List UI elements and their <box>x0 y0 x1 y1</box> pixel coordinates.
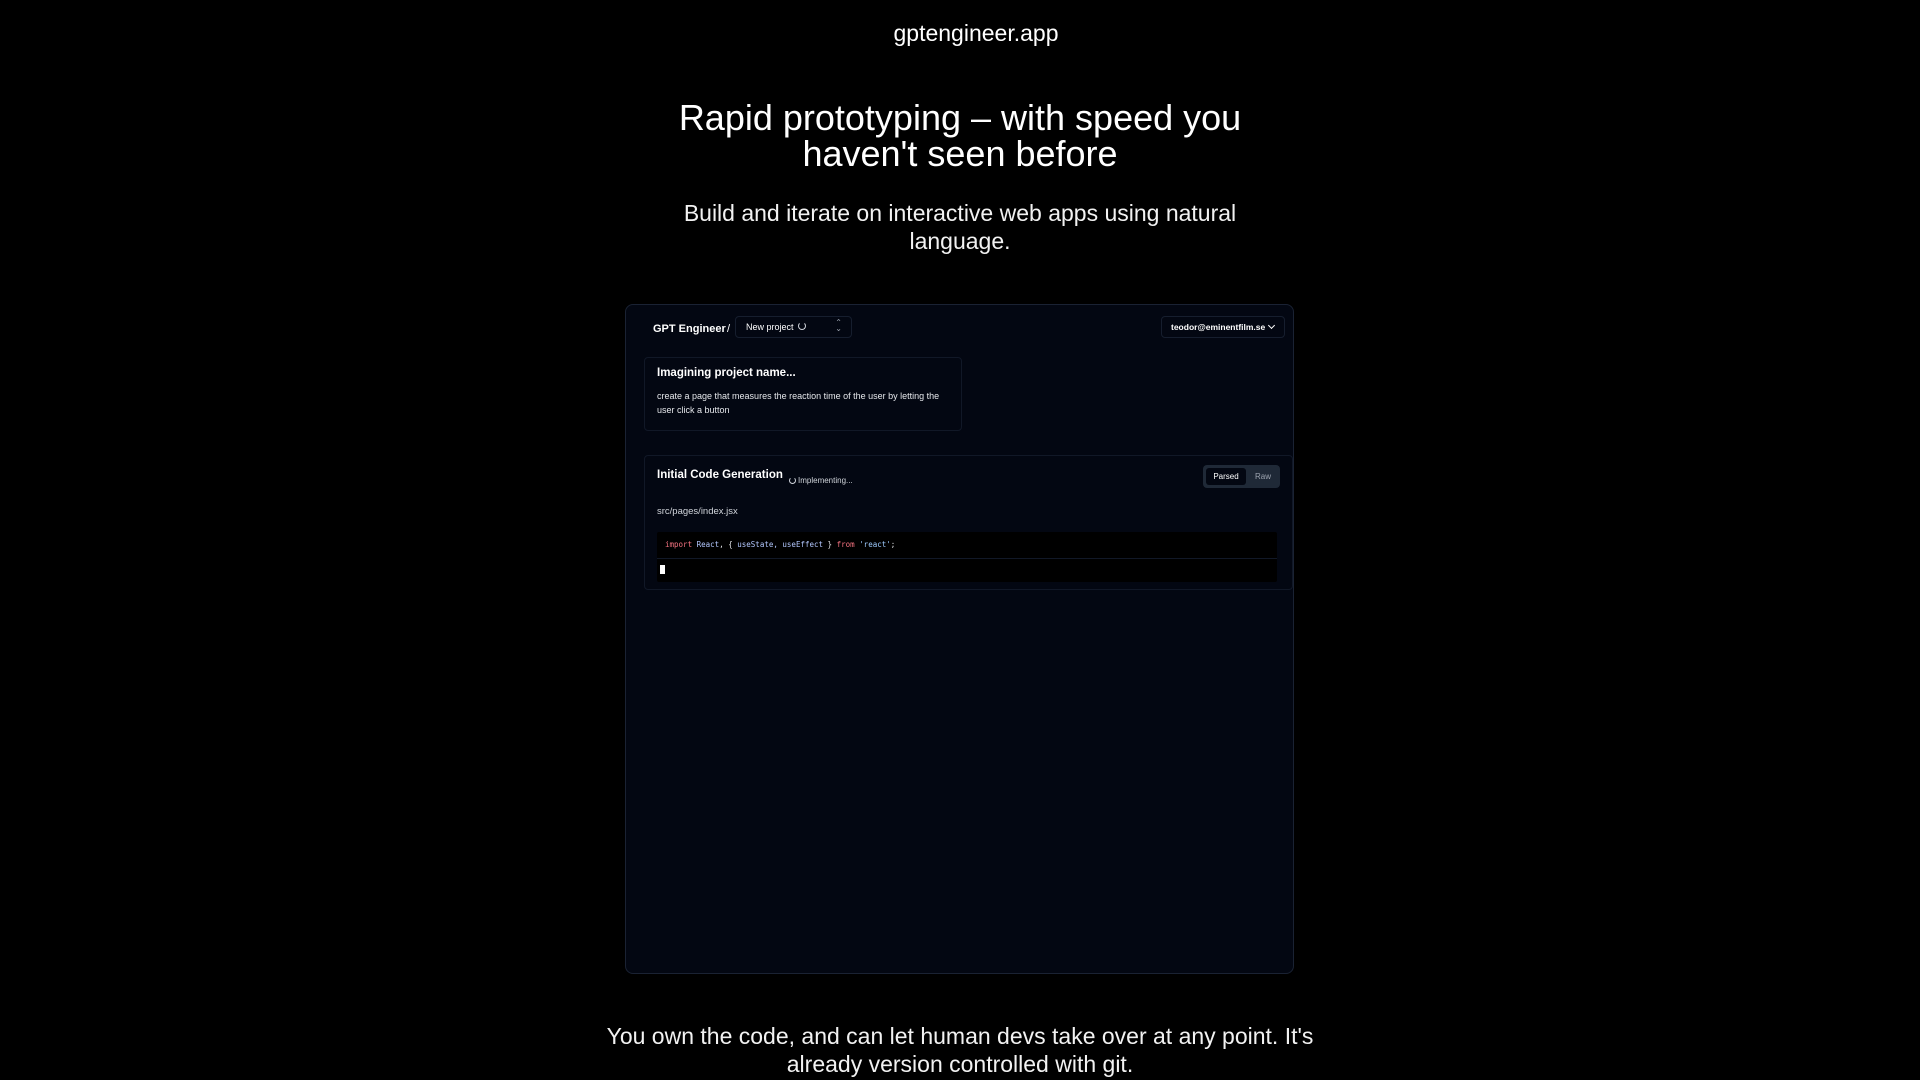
toggle-parsed-button[interactable]: Parsed <box>1206 468 1246 485</box>
code-string: 'react' <box>859 540 891 549</box>
prompt-card-title: Imagining project name... <box>657 367 796 379</box>
brand-name[interactable]: GPT Engineer <box>653 323 726 335</box>
code-keyword: from <box>836 540 855 549</box>
code-generation-title: Initial Code Generation <box>657 469 783 481</box>
generation-status: Implementing... <box>789 472 853 490</box>
user-email: teodor@eminentfilm.se <box>1171 322 1266 332</box>
site-title: gptengineer.app <box>893 20 1059 46</box>
project-select-label: New project <box>746 322 794 332</box>
code-identifier: React <box>696 540 720 549</box>
prompt-card-text: create a page that measures the reaction… <box>657 391 940 415</box>
hero-title: Rapid prototyping – with speed you haven… <box>678 97 1242 174</box>
code-block: import React, { useState, useEffect } fr… <box>657 532 1277 582</box>
chevron-down-icon <box>1267 321 1276 330</box>
user-menu-button[interactable]: teodor@eminentfilm.se <box>1161 316 1285 338</box>
hero-subtitle: Build and iterate on interactive web app… <box>683 200 1237 254</box>
code-keyword: import <box>665 540 693 549</box>
app-header: GPT Engineer / New project ⌃ ⌄ teodor@emi… <box>626 311 1293 341</box>
loading-spinner-icon <box>798 322 806 330</box>
code-punctuation: } <box>823 540 837 549</box>
landing-page: gptengineer.app Rapid prototyping – with… <box>0 0 1920 1080</box>
code-identifier: useState, useEffect <box>737 540 824 549</box>
app-preview-frame: GPT Engineer / New project ⌃ ⌄ teodor@emi… <box>625 304 1294 974</box>
loading-spinner-icon <box>789 477 796 485</box>
up-down-chevron-icon: ⌃ ⌄ <box>835 318 842 333</box>
status-text: Implementing... <box>798 476 853 486</box>
project-select[interactable]: New project ⌃ ⌄ <box>735 316 852 338</box>
text-cursor <box>660 565 665 574</box>
code-punctuation: ; <box>890 540 896 549</box>
view-mode-toggle: Parsed Raw <box>1203 465 1280 488</box>
code-punctuation: , { <box>719 540 738 549</box>
file-path: src/pages/index.jsx <box>657 506 738 517</box>
footer-text: You own the code, and can let human devs… <box>606 1023 1314 1077</box>
code-generation-card: Initial Code Generation Implementing... … <box>644 455 1293 590</box>
toggle-raw-button[interactable]: Raw <box>1248 468 1278 485</box>
code-line: import React, { useState, useEffect } fr… <box>665 540 895 549</box>
code-divider <box>657 558 1277 559</box>
breadcrumb-separator: / <box>727 323 731 335</box>
prompt-card: Imagining project name... create a page … <box>644 357 962 431</box>
